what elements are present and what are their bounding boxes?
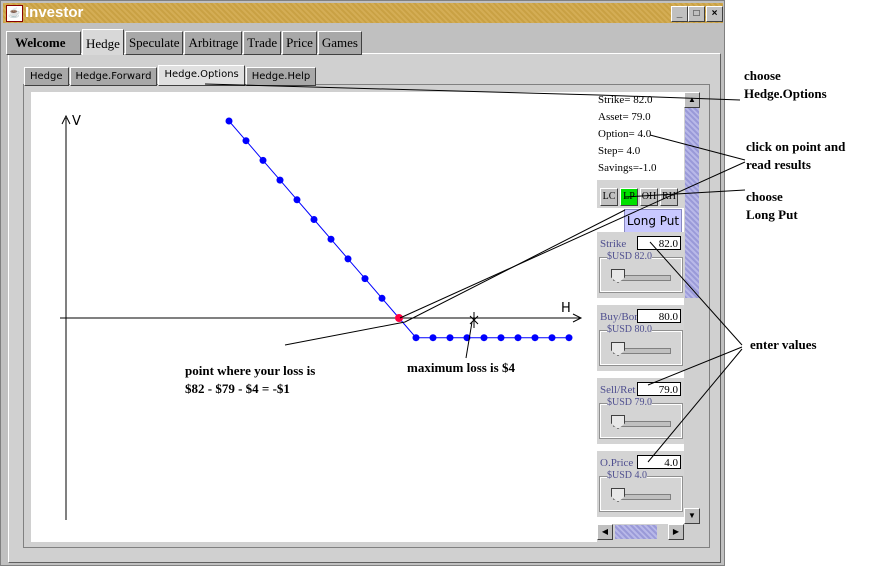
data-point[interactable] [412, 334, 420, 342]
data-point[interactable] [565, 334, 573, 342]
data-point[interactable] [310, 216, 318, 223]
note-enter-values: enter values [750, 337, 817, 352]
data-point[interactable] [327, 235, 335, 243]
data-point[interactable] [259, 156, 267, 164]
annotation-overlay: VH [60, 83, 746, 520]
payoff-line [228, 120, 569, 339]
data-point[interactable] [293, 196, 301, 204]
data-point[interactable] [497, 334, 505, 342]
data-point[interactable] [429, 334, 437, 342]
note-max-loss: maximum loss is $4 [407, 360, 515, 375]
data-point[interactable] [361, 275, 369, 283]
data-point[interactable] [378, 294, 386, 302]
data-point[interactable] [548, 334, 556, 342]
v-axis-label: V [72, 114, 81, 129]
data-point[interactable] [446, 334, 454, 342]
h-axis-label: H [561, 301, 571, 316]
data-point[interactable] [276, 176, 284, 184]
note-choose-tab: choose Hedge.Options [744, 68, 827, 101]
note-loss-point: point where your loss is $82 - $79 - $4 =… [185, 363, 316, 396]
data-point[interactable] [242, 137, 250, 145]
leader-lines [204, 83, 746, 463]
selected-data-point[interactable] [395, 314, 403, 322]
note-choose-put: choose Long Put [746, 189, 798, 222]
note-click-point: click on point and read results [746, 139, 846, 172]
data-point[interactable] [344, 255, 352, 263]
data-point[interactable] [531, 334, 539, 342]
data-point[interactable] [480, 334, 488, 342]
data-point[interactable] [225, 117, 233, 125]
data-point[interactable] [514, 334, 522, 342]
